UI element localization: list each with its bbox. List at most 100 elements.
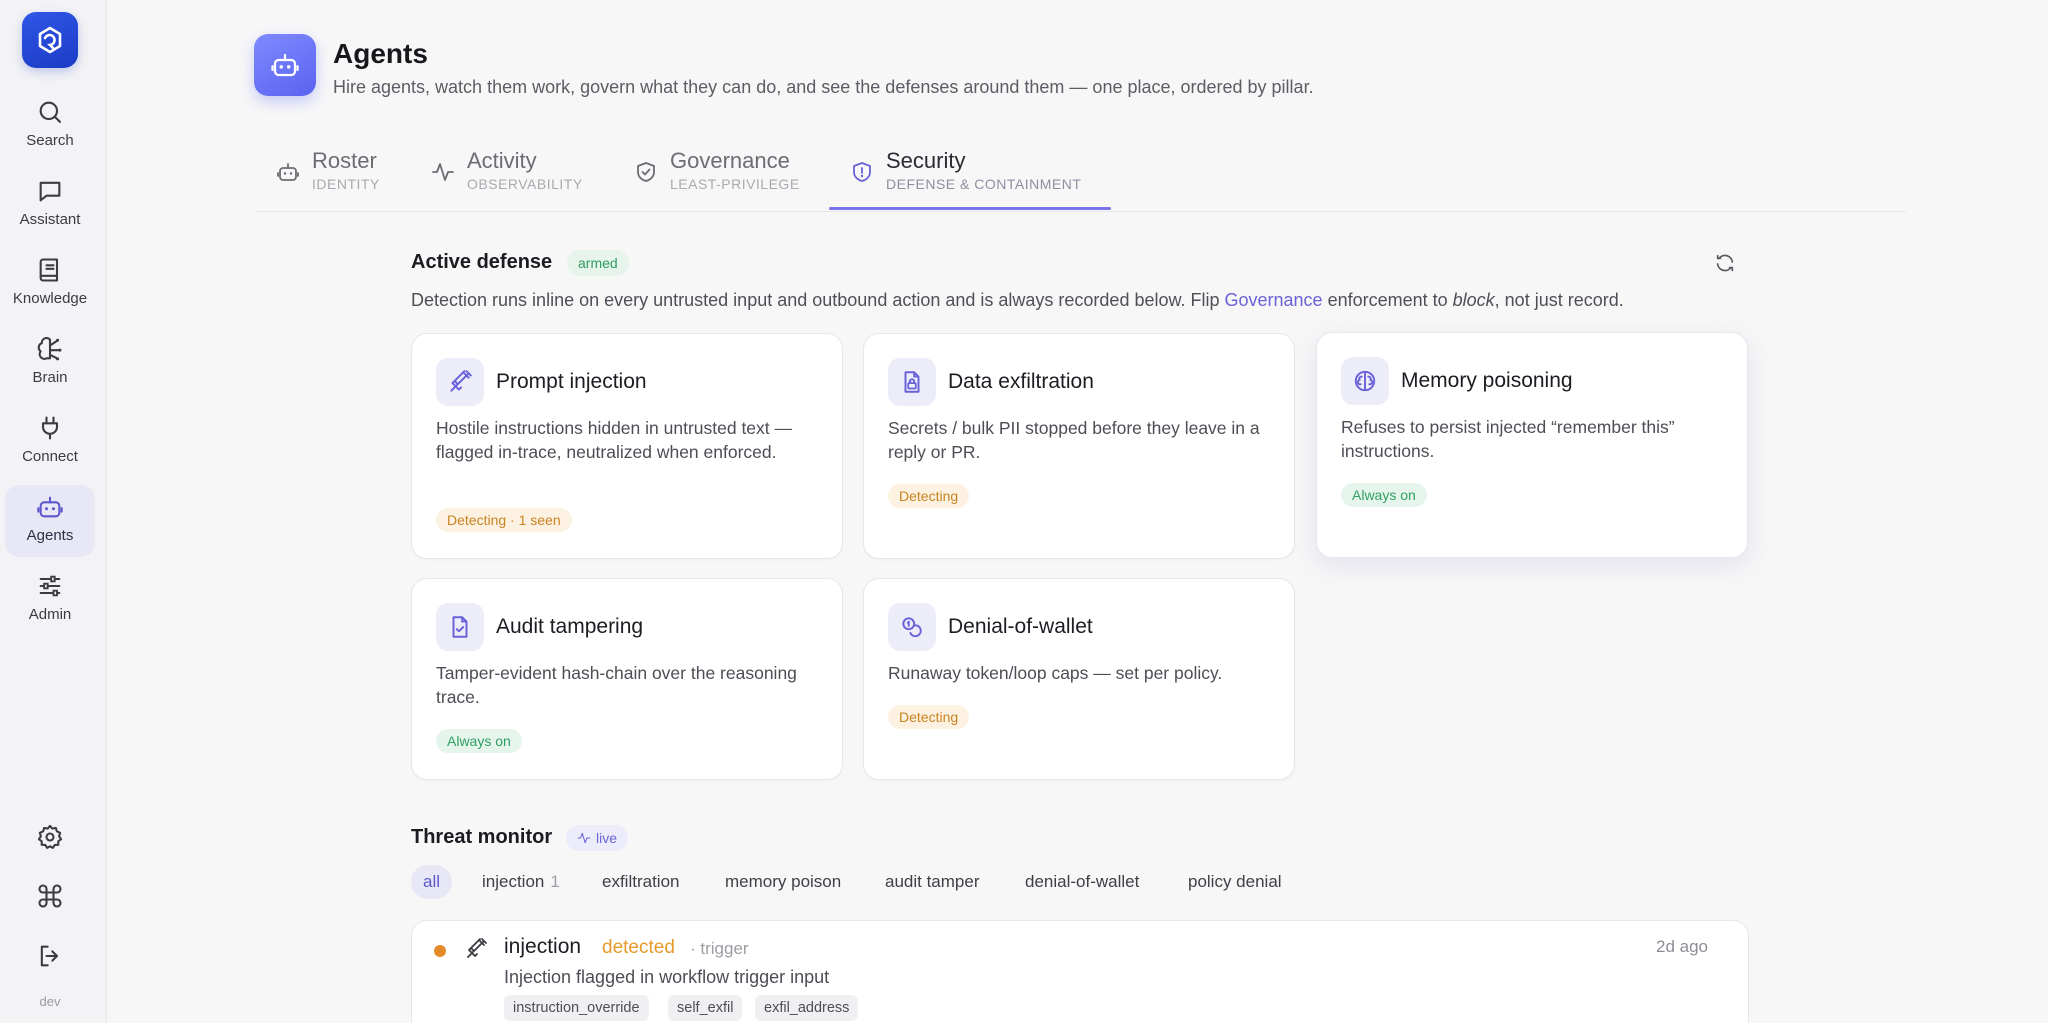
threat-event-row[interactable]: injection detected · trigger 2d ago Inje… <box>411 920 1749 1023</box>
sidebar-item-label: Connect <box>22 448 78 465</box>
sidebar-item-knowledge[interactable]: Knowledge <box>5 248 95 320</box>
card-description: Refuses to persist injected “remember th… <box>1341 417 1675 461</box>
filter-exfiltration[interactable]: exfiltration <box>590 865 691 899</box>
event-source: · trigger <box>690 939 749 958</box>
threat-monitor-title: Threat monitor <box>411 826 553 848</box>
logout-icon[interactable] <box>36 942 64 970</box>
desc-emphasis: block <box>1452 290 1495 310</box>
tab-title: Activity <box>467 148 537 173</box>
card-title: Prompt injection <box>496 370 647 393</box>
robot-icon <box>37 496 63 518</box>
sidebar-item-label: Assistant <box>19 211 81 228</box>
robot-icon <box>271 53 299 77</box>
tab-subtitle: IDENTITY <box>312 176 380 192</box>
card-title: Audit tampering <box>496 615 644 638</box>
filter-label: all <box>423 872 441 891</box>
card-description: Tamper-evident hash-chain over the reaso… <box>436 663 797 707</box>
tab-bar: Roster IDENTITY Activity OBSERVABILITY Gov… <box>256 140 1906 212</box>
governance-link[interactable]: Governance <box>1225 290 1323 310</box>
filter-audit-tamper[interactable]: audit tamper <box>873 865 992 899</box>
card-description: Secrets / bulk PII stopped before they l… <box>888 418 1260 462</box>
filter-label: denial-of-wallet <box>1025 872 1140 891</box>
filter-label: policy denial <box>1188 872 1282 891</box>
tab-activity[interactable]: Activity OBSERVABILITY <box>431 148 583 212</box>
sidebar-item-agents[interactable]: Agents <box>5 485 95 557</box>
severity-dot <box>434 945 446 957</box>
desc-text: enforcement to <box>1322 290 1453 310</box>
plug-icon <box>41 416 59 440</box>
chat-icon <box>39 181 61 202</box>
sidebar-item-label: Knowledge <box>12 290 88 307</box>
sidebar-item-brain[interactable]: Brain <box>5 327 95 399</box>
status-badge: Detecting · 1 seen <box>436 508 572 532</box>
sidebar-item-assistant[interactable]: Assistant <box>5 169 95 241</box>
tab-title: Security <box>886 148 966 173</box>
active-defense-description: Detection runs inline on every untrusted… <box>411 290 1624 311</box>
env-label: dev <box>39 994 61 1009</box>
syringe-icon <box>450 370 472 392</box>
event-description: Injection flagged in workflow trigger in… <box>504 967 830 987</box>
filter-label: memory poison <box>725 872 842 891</box>
event-tag: exfil_address <box>755 995 859 1021</box>
tab-security[interactable]: Security DEFENSE & CONTAINMENT <box>850 148 1081 212</box>
card-icon-box <box>436 358 484 406</box>
sidebar-item-label: Search <box>26 132 74 149</box>
card-title: Data exfiltration <box>948 370 1094 393</box>
card-icon-box <box>1341 357 1389 405</box>
pulse-icon <box>577 832 591 844</box>
defense-card-audit-tampering[interactable]: Audit tampering Tamper-evident hash-chai… <box>411 578 843 780</box>
coins-icon <box>902 617 922 638</box>
armed-badge: armed <box>567 250 629 276</box>
live-badge: live <box>566 825 629 851</box>
brain-icon <box>37 337 62 361</box>
shield-check-icon <box>637 162 655 182</box>
page-subtitle: Hire agents, watch them work, govern wha… <box>333 77 1314 97</box>
status-badge: Detecting <box>888 705 970 729</box>
status-badge: Always on <box>436 729 522 753</box>
command-icon[interactable] <box>36 882 64 910</box>
sidebar-item-admin[interactable]: Admin <box>5 564 95 636</box>
event-tag: instruction_override <box>504 995 649 1021</box>
app-logo[interactable] <box>22 12 78 68</box>
filter-memory-poison[interactable]: memory poison <box>713 865 853 899</box>
event-tag: self_exfil <box>668 995 743 1021</box>
tab-governance[interactable]: Governance LEAST-PRIVILEGE <box>634 148 800 212</box>
filter-label: audit tamper <box>885 872 980 891</box>
card-description: Runaway token/loop caps — set per policy… <box>888 663 1223 683</box>
tab-roster[interactable]: Roster IDENTITY <box>276 148 380 212</box>
card-icon-box <box>436 603 484 651</box>
shield-alert-icon <box>853 162 871 182</box>
syringe-icon <box>467 938 487 958</box>
tab-subtitle: LEAST-PRIVILEGE <box>670 176 800 192</box>
defense-card-data-exfiltration[interactable]: Data exfiltration Secrets / bulk PII sto… <box>863 333 1295 559</box>
defense-card-prompt-injection[interactable]: Prompt injection Hostile instructions hi… <box>411 333 843 559</box>
tab-subtitle: OBSERVABILITY <box>467 176 583 192</box>
filter-all[interactable]: all <box>411 865 453 899</box>
status-badge: Always on <box>1341 483 1427 507</box>
page-title: Agents <box>333 38 428 69</box>
logo-icon <box>38 26 62 54</box>
defense-card-denial-of-wallet[interactable]: Denial-of-wallet Runaway token/loop caps… <box>863 578 1295 780</box>
status-badge: Detecting <box>888 484 970 508</box>
refresh-icon[interactable] <box>1714 252 1736 274</box>
filter-label: exfiltration <box>602 872 680 891</box>
filter-denial-of-wallet[interactable]: denial-of-wallet <box>1013 865 1151 899</box>
active-defense-title: Active defense <box>411 251 553 273</box>
card-icon-box <box>888 358 936 406</box>
sidebar-item-label: Brain <box>32 369 68 386</box>
defense-card-memory-poisoning[interactable]: Memory poisoning Refuses to persist inje… <box>1316 332 1748 558</box>
sidebar-item-connect[interactable]: Connect <box>5 406 95 478</box>
desc-text: , not just record. <box>1494 290 1624 310</box>
sidebar-item-search[interactable]: Search <box>5 90 95 162</box>
filter-policy-denial[interactable]: policy denial <box>1176 865 1294 899</box>
file-lock-icon <box>904 371 920 393</box>
tab-title: Roster <box>312 148 377 173</box>
gear-icon[interactable] <box>36 823 64 851</box>
filter-label: injection <box>482 872 545 891</box>
live-label: live <box>596 830 618 846</box>
filter-injection[interactable]: injection 1 <box>470 865 572 899</box>
file-check-icon <box>452 616 468 638</box>
card-icon-box <box>888 603 936 651</box>
card-title: Denial-of-wallet <box>948 615 1093 638</box>
brain-icon <box>1354 370 1376 392</box>
